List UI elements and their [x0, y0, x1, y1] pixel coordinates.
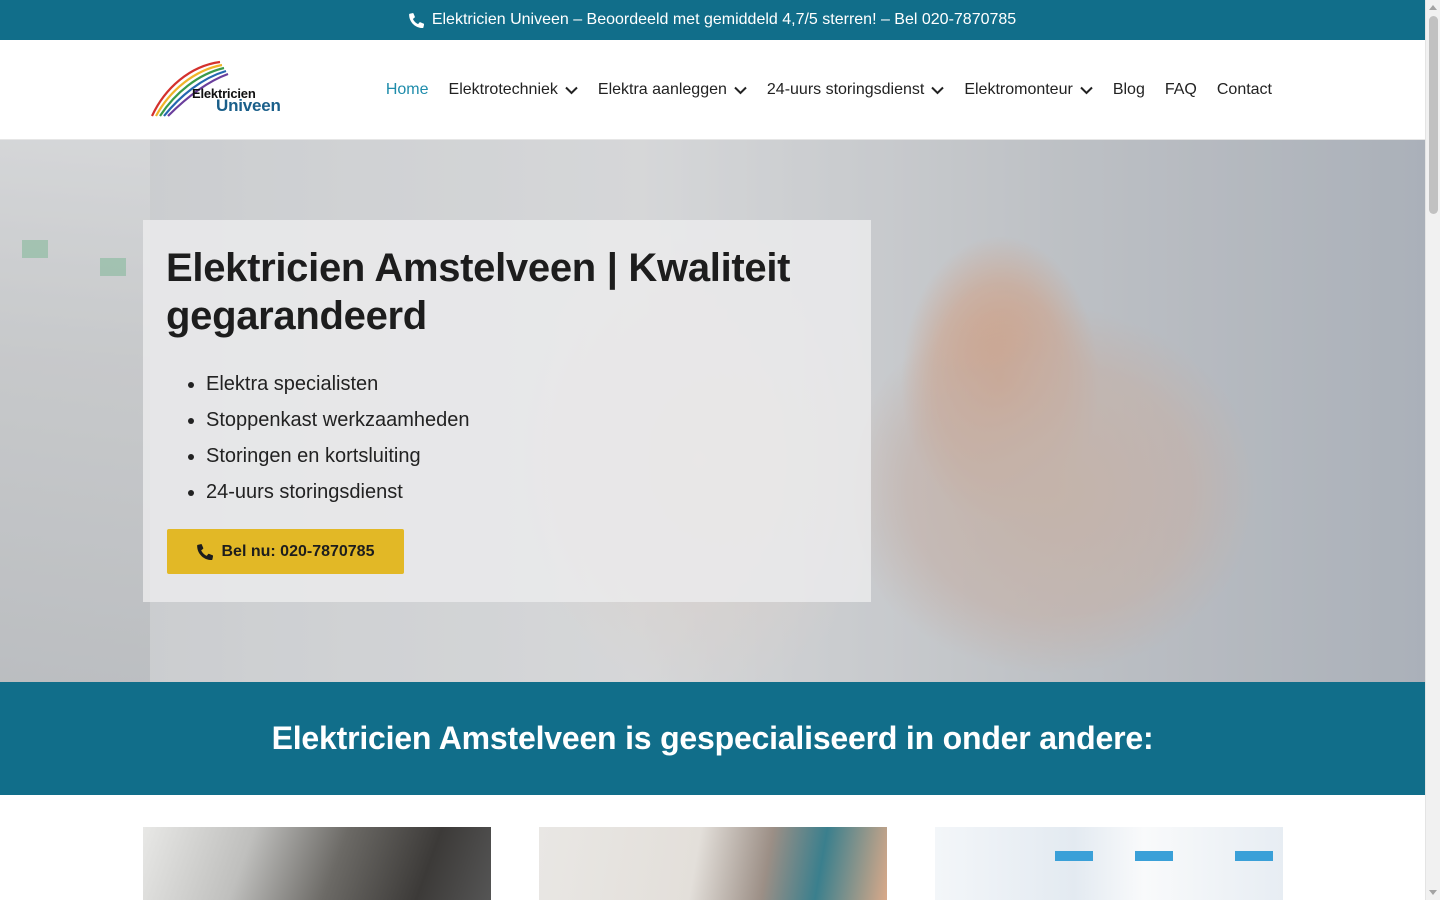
nav-item-elektromonteur[interactable]: Elektromonteur: [964, 81, 1093, 99]
nav-label: 24-uurs storingsdienst: [766, 81, 925, 98]
phone-icon: [408, 12, 424, 28]
scroll-down-icon[interactable]: [1429, 890, 1437, 895]
nav-item-home[interactable]: Home: [386, 81, 429, 99]
list-item: 24-uurs storingsdienst: [206, 474, 848, 510]
list-item: Storingen en kortsluiting: [206, 438, 848, 474]
image-detail: [1235, 851, 1273, 861]
hero-bullet-list: Elektra specialisten Stoppenkast werkzaa…: [206, 366, 848, 510]
chevron-down-icon: [931, 86, 945, 94]
scrollbar-thumb[interactable]: [1429, 16, 1438, 214]
hero-card: Elektricien Amstelveen | Kwaliteit gegar…: [143, 220, 871, 602]
chevron-down-icon: [1080, 86, 1093, 94]
image-detail: [1135, 851, 1173, 861]
nav-label: FAQ: [1164, 81, 1197, 98]
phone-icon: [196, 543, 213, 560]
image-detail: [1055, 851, 1093, 861]
nav-label: Elektrotechniek: [448, 81, 558, 98]
top-bar-text[interactable]: Elektricien Univeen – Beoordeeld met gem…: [432, 11, 1016, 29]
nav-label: Home: [385, 81, 429, 98]
page-scrollbar[interactable]: [1425, 0, 1440, 900]
chevron-down-icon: [565, 86, 578, 94]
nav-item-faq[interactable]: FAQ: [1165, 81, 1197, 99]
service-card-image-3[interactable]: [935, 827, 1283, 900]
chevron-down-icon: [734, 86, 747, 94]
specialisation-band: Elektricien Amstelveen is gespecialiseer…: [0, 682, 1425, 795]
logo-text-line2: Univeen: [216, 96, 281, 115]
nav-item-elektrotechniek[interactable]: Elektrotechniek: [449, 81, 578, 99]
nav-item-storingsdienst[interactable]: 24-uurs storingsdienst: [766, 81, 945, 99]
call-now-button[interactable]: Bel nu: 020-7870785: [167, 529, 404, 574]
hero-title: Elektricien Amstelveen | Kwaliteit gegar…: [166, 246, 791, 338]
site-header: Elektricien Univeen Home Elektrotechniek…: [0, 40, 1425, 140]
service-card-image-1[interactable]: [143, 827, 491, 900]
service-cards: [143, 827, 1283, 900]
list-item: Stoppenkast werkzaamheden: [206, 402, 848, 438]
nav-label: Elektra aanleggen: [597, 81, 727, 98]
nav-item-blog[interactable]: Blog: [1113, 81, 1145, 99]
nav-item-elektra-aanleggen[interactable]: Elektra aanleggen: [598, 81, 747, 99]
service-card-image-2[interactable]: [539, 827, 887, 900]
nav-item-contact[interactable]: Contact: [1217, 81, 1272, 99]
scroll-up-icon[interactable]: [1429, 5, 1437, 10]
list-item: Elektra specialisten: [206, 366, 848, 402]
nav-label: Contact: [1216, 81, 1272, 98]
nav-label: Blog: [1112, 81, 1145, 98]
specialisation-heading: Elektricien Amstelveen is gespecialiseer…: [271, 720, 1154, 756]
site-logo[interactable]: Elektricien Univeen: [150, 58, 285, 120]
main-navigation: Home Elektrotechniek Elektra aanleggen 2…: [386, 40, 1272, 140]
nav-label: Elektromonteur: [964, 81, 1073, 98]
call-now-label: Bel nu: 020-7870785: [221, 542, 375, 560]
hero-section: Elektricien Amstelveen | Kwaliteit gegar…: [0, 140, 1425, 682]
top-announcement-bar: Elektricien Univeen – Beoordeeld met gem…: [0, 0, 1425, 40]
